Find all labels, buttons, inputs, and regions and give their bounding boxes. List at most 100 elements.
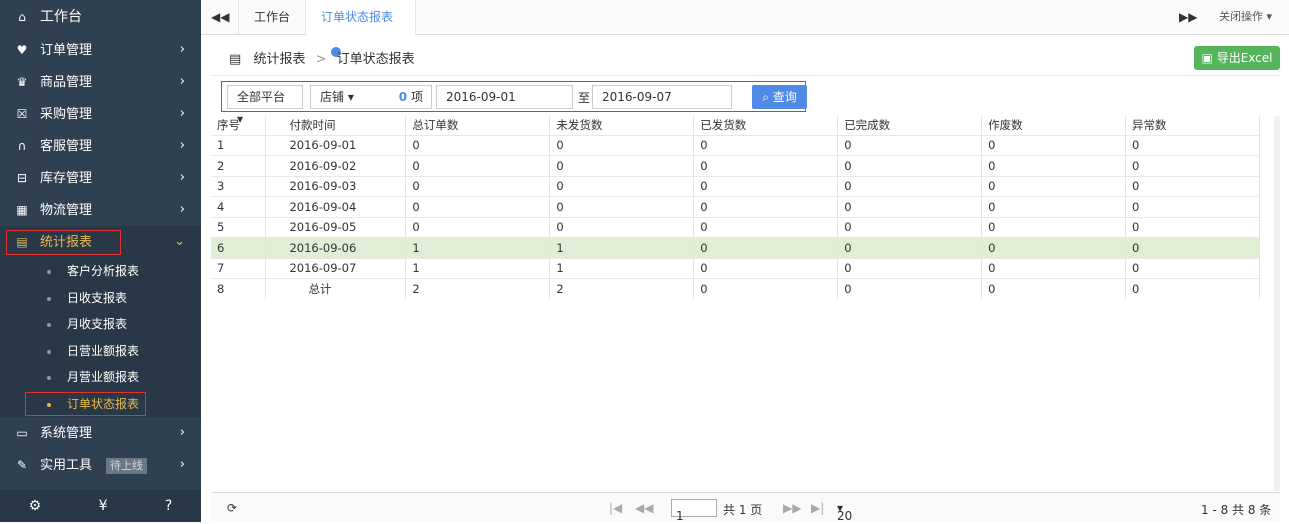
report-panel: ▤ 统计报表 > 订单状态报表 ▣ 导出Excel 全部平台 ▾ 店铺 ▾ 0 …: [211, 40, 1280, 523]
sidebar-item-monitor[interactable]: ▭ 系统管理 ›: [0, 417, 201, 449]
table-cell: 0: [981, 175, 1127, 197]
bullet-icon: [47, 296, 51, 301]
clipboard-icon: ♥: [16, 43, 28, 57]
sidebar-item-reports[interactable]: ▤ 统计报表 ⌄: [0, 226, 201, 258]
cart-icon: ☒: [16, 107, 28, 121]
table-cell: 0: [1125, 175, 1260, 197]
submenu-item-1[interactable]: 日收支报表: [0, 285, 201, 312]
chevron-right-icon: ›: [179, 42, 185, 57]
table-cell: 0: [549, 216, 695, 238]
bullet-icon: [47, 376, 51, 380]
currency-icon[interactable]: ¥: [99, 498, 108, 514]
sidebar-item-wrench[interactable]: ✎ 实用工具 待上线 ›: [0, 449, 201, 481]
settings-icon[interactable]: ⚙: [29, 498, 42, 514]
table-cell: 0: [405, 196, 551, 217]
tab-order-status-report[interactable]: 订单状态报表: [306, 0, 416, 57]
table-cell: 0: [693, 216, 839, 238]
submenu-item-5[interactable]: 订单状态报表: [0, 391, 201, 418]
column-header[interactable]: 作废数: [981, 116, 1127, 135]
help-icon[interactable]: ?: [165, 498, 172, 514]
chevron-right-icon: ›: [179, 106, 185, 121]
sidebar-item-headset[interactable]: ∩ 客服管理 ›: [0, 130, 201, 162]
next-page-icon[interactable]: ▶▶: [783, 501, 801, 515]
date-from-input[interactable]: 2016-09-01: [436, 85, 573, 109]
chevron-right-icon: ›: [179, 74, 185, 89]
submenu-item-0[interactable]: 客户分析报表: [0, 258, 201, 285]
column-header[interactable]: 付款时间: [265, 116, 407, 135]
sidebar-item-clipboard[interactable]: ♥ 订单管理 ›: [0, 34, 201, 66]
platform-select[interactable]: 全部平台 ▾: [227, 85, 303, 126]
shop-select[interactable]: 店铺 ▾ 0 项: [310, 85, 432, 109]
refresh-icon[interactable]: ⟳: [227, 501, 237, 515]
table-cell: 0: [1125, 216, 1260, 238]
chevron-right-icon: ›: [179, 425, 185, 440]
table-cell: 0: [981, 257, 1127, 279]
table-row[interactable]: 5 2016-09-05 0 0 0 0 0 0: [211, 216, 1260, 238]
table-cell: 0: [405, 175, 551, 197]
sidebar-footer: ⚙ ¥ ?: [0, 490, 201, 522]
query-button[interactable]: ⌕ 查询: [752, 85, 807, 109]
table-cell: 0: [693, 257, 839, 279]
prev-page-icon[interactable]: ◀◀: [635, 501, 653, 515]
submenu-item-2[interactable]: 月收支报表: [0, 311, 201, 338]
column-header[interactable]: 异常数: [1125, 116, 1260, 135]
table-cell: 0: [837, 278, 983, 299]
column-header[interactable]: 总订单数: [405, 116, 551, 135]
chevron-right-icon: ›: [179, 138, 185, 153]
table-row[interactable]: 8 总计 2 2 0 0 0 0: [211, 278, 1260, 299]
table-cell: 2016-09-03: [265, 175, 407, 197]
table-cell: 1: [211, 134, 267, 156]
page-size-select[interactable]: 20 ▾: [837, 501, 852, 523]
table-cell: 0: [405, 134, 551, 156]
table-cell: 0: [981, 278, 1127, 299]
table-cell: 2: [211, 155, 267, 176]
date-to-input[interactable]: 2016-09-07: [592, 85, 732, 109]
table-cell: 1: [405, 257, 551, 279]
table-cell: 0: [549, 134, 695, 156]
bullet-icon: [47, 402, 51, 407]
table-cell: 2: [405, 278, 551, 299]
column-header[interactable]: 已完成数: [837, 116, 983, 135]
table-row[interactable]: 2 2016-09-02 0 0 0 0 0 0: [211, 155, 1260, 176]
export-excel-button[interactable]: ▣ 导出Excel: [1194, 46, 1280, 70]
table-row[interactable]: 4 2016-09-04 0 0 0 0 0 0: [211, 196, 1260, 217]
sidebar: ⌂ 工作台 ♥ 订单管理 › ♛ 商品管理 › ☒ 采购管理 › ∩ 客服管理 › ⊟ 库存管理 › ▦ 物流管理…: [0, 0, 201, 522]
sidebar-item-gift[interactable]: ♛ 商品管理 ›: [0, 66, 201, 98]
table-cell: 0: [693, 196, 839, 217]
table-cell: 2016-09-04: [265, 196, 407, 217]
table-cell: 0: [693, 155, 839, 176]
submenu-item-4[interactable]: 月营业额报表: [0, 364, 201, 391]
breadcrumb-parent[interactable]: 统计报表: [253, 52, 305, 67]
tab-home[interactable]: 工作台: [238, 0, 306, 34]
headset-icon: ∩: [17, 139, 27, 153]
table-row[interactable]: 1 2016-09-01 0 0 0 0 0 0: [211, 134, 1260, 156]
first-page-icon[interactable]: |◀: [609, 501, 622, 515]
table-cell: 0: [693, 134, 839, 156]
chevron-right-icon: ›: [179, 170, 185, 185]
sidebar-item-storage[interactable]: ⊟ 库存管理 ›: [0, 162, 201, 194]
table-row[interactable]: 7 2016-09-07 1 1 0 0 0 0: [211, 257, 1260, 279]
close-operations-dropdown[interactable]: 关闭操作 ▾: [1219, 0, 1272, 34]
column-header[interactable]: 序号: [211, 116, 267, 135]
pagination-bar: ⟳ |◀ ◀◀ 1 共 1 页 ▶▶ ▶| 20 ▾ 1 - 8 共 8 条: [211, 492, 1280, 523]
column-header[interactable]: 未发货数: [549, 116, 695, 135]
table-cell: 0: [1125, 237, 1260, 258]
table-cell: 5: [211, 216, 267, 238]
tabs-scroll-left-icon[interactable]: ◀◀: [211, 0, 229, 34]
table-cell: 1: [549, 257, 695, 279]
table-row[interactable]: 3 2016-09-03 0 0 0 0 0 0: [211, 175, 1260, 197]
sidebar-item-truck[interactable]: ▦ 物流管理 ›: [0, 194, 201, 226]
table-cell: 0: [1125, 278, 1260, 299]
sidebar-item-home[interactable]: ⌂ 工作台: [0, 0, 201, 34]
tabs-scroll-right-icon[interactable]: ▶▶: [1179, 0, 1197, 34]
wrench-icon: ✎: [16, 458, 28, 472]
sidebar-item-cart[interactable]: ☒ 采购管理 ›: [0, 98, 201, 130]
last-page-icon[interactable]: ▶|: [811, 501, 824, 515]
monitor-icon: ▭: [16, 426, 28, 440]
submenu-item-3[interactable]: 日营业额报表: [0, 338, 201, 365]
page-input[interactable]: 1: [671, 499, 717, 523]
excel-icon: ▣: [1201, 51, 1213, 65]
grid-scrollbar[interactable]: [1274, 116, 1280, 491]
column-header[interactable]: 已发货数: [693, 116, 839, 135]
table-row[interactable]: 6 2016-09-06 1 1 0 0 0 0: [211, 237, 1260, 258]
